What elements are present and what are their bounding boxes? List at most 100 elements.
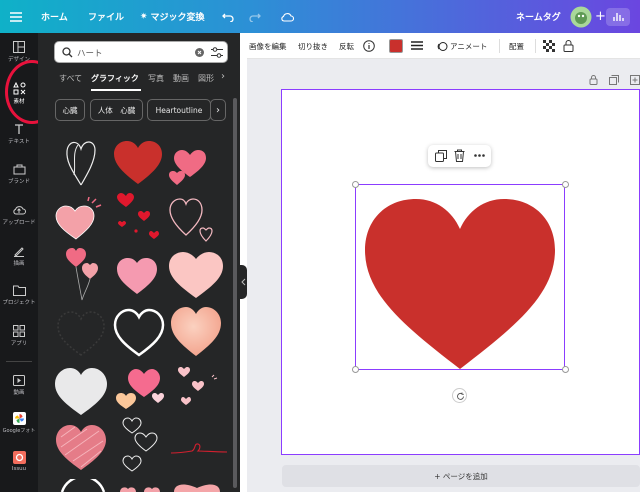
rail-item-draw[interactable]: 描画 (0, 245, 38, 267)
rail-label: Issuu (11, 466, 27, 472)
red-confetti-hearts[interactable] (114, 193, 164, 243)
white-heart[interactable] (54, 366, 108, 416)
rail-label: ブランド (7, 179, 30, 185)
clear-icon[interactable] (195, 48, 204, 57)
animate-label: アニメート (450, 41, 488, 51)
draw-icon (14, 247, 24, 257)
page-duplicate-icon[interactable] (609, 75, 619, 85)
toolbar-divider (499, 39, 500, 53)
rail-item-google-photos[interactable]: Googleフォト (0, 412, 38, 434)
white-ring-partial[interactable] (60, 479, 106, 492)
tab-graphics[interactable]: グラフィック (91, 73, 139, 87)
tab-all[interactable]: すべて (59, 73, 82, 87)
rail-label: テキスト (8, 139, 30, 145)
tabs-next-icon[interactable]: › (221, 71, 225, 85)
file-menu[interactable]: ファイル (88, 0, 124, 33)
search-icon (62, 47, 73, 58)
position-button[interactable]: 配置 (509, 33, 524, 59)
chips-next-icon[interactable]: › (210, 99, 226, 121)
crop-button[interactable]: 切り抜き (298, 33, 328, 59)
transparency-icon[interactable] (543, 33, 555, 59)
insights-icon[interactable] (606, 0, 630, 33)
apps-icon (13, 325, 25, 337)
light-pink-heart[interactable] (116, 257, 158, 295)
home-button[interactable]: ホーム (41, 0, 68, 33)
chip-heartoutline[interactable]: Heartoutline (147, 99, 211, 121)
watercolor-heart[interactable] (170, 305, 222, 357)
trash-icon[interactable] (454, 149, 465, 162)
pink-heart-partial[interactable] (172, 481, 222, 492)
border-style-icon[interactable] (411, 33, 423, 59)
filter-icon[interactable] (211, 47, 223, 58)
rail-item-text[interactable]: テキスト (0, 123, 38, 145)
rail-item-apps[interactable]: アプリ (0, 325, 38, 347)
resize-handle-top-left[interactable] (352, 181, 359, 188)
layout-icon (13, 41, 25, 53)
animate-icon (437, 41, 448, 51)
pink-hearts-partial[interactable] (118, 485, 162, 492)
more-icon[interactable] (474, 154, 485, 157)
elements-panel: ハート すべて グラフィック 写真 動画 図形 › 心臓 人体 心臓 Heart… (38, 33, 240, 492)
page-lock-icon[interactable] (589, 75, 598, 85)
pink-scribble-heart[interactable] (54, 197, 102, 241)
collapse-panel-button[interactable] (240, 265, 247, 299)
design-name[interactable]: ネームタグ (516, 0, 561, 33)
tab-videos[interactable]: 動画 (173, 73, 189, 87)
pink-watercolor-hearts[interactable] (114, 367, 166, 411)
tab-photos[interactable]: 写真 (148, 73, 164, 87)
rotate-handle[interactable] (452, 388, 467, 403)
top-bar: ホーム ファイル ✷ マジック変換 ネームタグ + (0, 0, 640, 33)
outline-heart-stack[interactable] (120, 417, 160, 473)
magic-switch-button[interactable]: ✷ マジック変換 (140, 0, 205, 33)
cloud-sync-icon[interactable] (280, 0, 294, 33)
pink-hearts[interactable] (168, 147, 208, 187)
info-icon[interactable] (363, 33, 375, 59)
search-input[interactable]: ハート (77, 47, 103, 59)
page-add-icon[interactable] (630, 75, 640, 85)
color-swatch[interactable] (389, 33, 403, 59)
red-heart[interactable] (113, 141, 163, 185)
redo-icon[interactable] (249, 0, 261, 33)
selection-box[interactable] (355, 184, 565, 370)
rail-item-video[interactable]: 動画 (0, 375, 38, 396)
white-outline-heart[interactable] (112, 307, 166, 357)
avatar[interactable] (570, 0, 592, 33)
rail-item-projects[interactable]: プロジェクト (0, 285, 38, 306)
animate-button[interactable]: アニメート (437, 33, 487, 59)
add-user-button[interactable]: + (595, 0, 606, 33)
undo-icon[interactable] (222, 0, 234, 33)
resize-handle-bottom-right[interactable] (562, 366, 569, 373)
lock-icon[interactable] (563, 33, 574, 59)
heart-outline-sketch[interactable] (64, 135, 98, 187)
rail-label: Googleフォト (2, 428, 36, 434)
menu-icon[interactable] (10, 0, 22, 33)
rail-item-issuu[interactable]: Issuu (0, 451, 38, 472)
video-icon (13, 375, 25, 386)
tab-underline (91, 89, 141, 91)
text-icon (15, 124, 23, 134)
rail-item-upload[interactable]: アップロード (0, 204, 38, 226)
tiny-pink-hearts[interactable] (176, 367, 220, 413)
folder-icon (12, 285, 26, 296)
upload-icon (13, 206, 26, 215)
add-page-button[interactable]: + ページを追加 (282, 465, 640, 487)
rail-item-brand[interactable]: ブランド (0, 163, 38, 185)
toolbar-divider (535, 39, 536, 53)
pastel-heart[interactable] (168, 251, 224, 299)
heart-balloons[interactable] (64, 247, 100, 301)
panel-scrollbar[interactable] (233, 98, 237, 488)
flip-button[interactable]: 反転 (339, 33, 354, 59)
resize-handle-bottom-left[interactable] (352, 366, 359, 373)
chip-body-heart[interactable]: 人体 心臓 (90, 99, 143, 121)
chip-heart-organ[interactable]: 心臓 (55, 99, 85, 121)
pink-line-hearts[interactable] (168, 193, 216, 243)
red-line-heart[interactable] (170, 439, 228, 459)
dark-dotted-heart[interactable] (56, 309, 106, 357)
magic-switch-label: マジック変換 (150, 13, 205, 23)
duplicate-icon[interactable] (435, 150, 447, 162)
rail-divider (6, 361, 32, 362)
tab-shapes[interactable]: 図形 (198, 73, 214, 87)
resize-handle-top-right[interactable] (562, 181, 569, 188)
edit-image-button[interactable]: 画像を編集 (249, 33, 287, 59)
hatched-pink-heart[interactable] (55, 423, 107, 471)
